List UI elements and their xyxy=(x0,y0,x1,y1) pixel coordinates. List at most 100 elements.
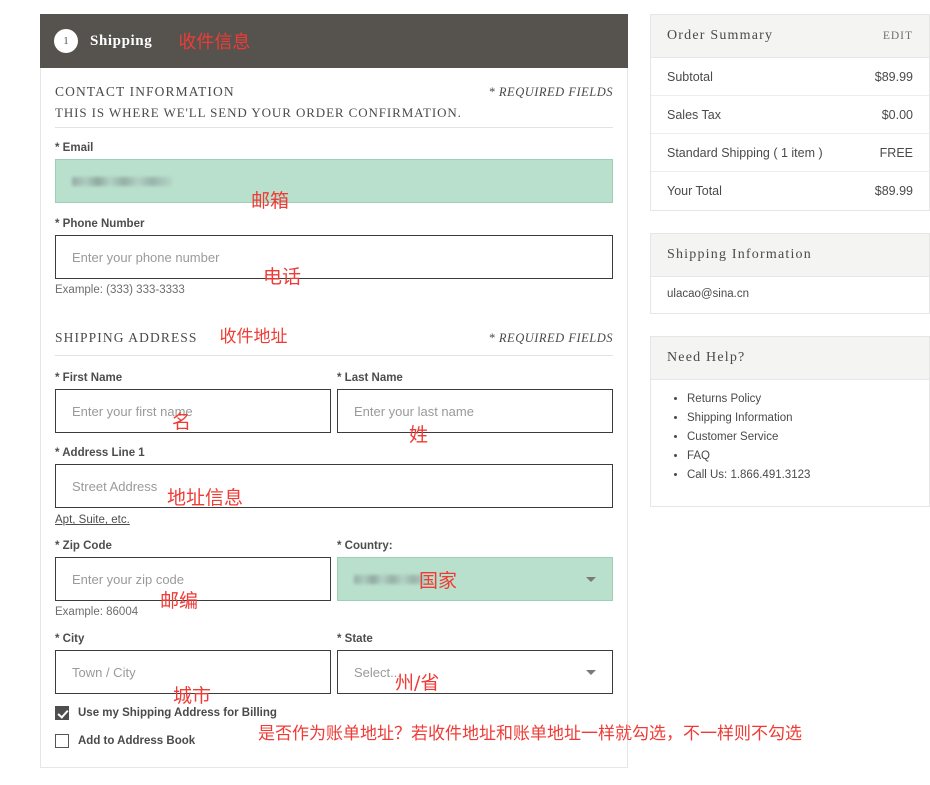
order-summary-edit-link[interactable]: EDIT xyxy=(883,30,913,42)
summary-label-sales-tax: Sales Tax xyxy=(667,108,721,122)
city-field-group: * City Town / City 城市 xyxy=(55,633,331,694)
address-line1-input[interactable]: Street Address xyxy=(55,464,613,508)
checkout-page: 1 Shipping 收件信息 CONTACT INFORMATION * RE… xyxy=(0,0,930,785)
zip-country-row: * Zip Code Enter your zip code Example: … xyxy=(55,540,613,618)
annotation-shipping-address: 收件地址 xyxy=(220,322,288,347)
help-link-returns-policy[interactable]: Returns Policy xyxy=(687,393,761,405)
state-placeholder: Select... xyxy=(354,665,401,680)
city-placeholder: Town / City xyxy=(72,665,136,680)
summary-row-total: Your Total $89.99 xyxy=(651,172,929,210)
billing-checkbox-row[interactable]: Use my Shipping Address for Billing xyxy=(55,706,613,720)
chevron-down-icon-state xyxy=(586,670,596,675)
summary-label-total: Your Total xyxy=(667,184,722,198)
city-input[interactable]: Town / City xyxy=(55,650,331,694)
last-name-label: * Last Name xyxy=(337,372,613,384)
shipping-information-card: Shipping Information ulacao@sina.cn xyxy=(650,233,930,314)
city-state-row: * City Town / City 城市 * State Select... … xyxy=(55,633,613,694)
state-field-group: * State Select... 州/省 xyxy=(337,633,613,694)
first-name-placeholder: Enter your first name xyxy=(72,404,193,419)
order-summary-card: Order Summary EDIT Subtotal $89.99 Sales… xyxy=(650,14,930,211)
state-select[interactable]: Select... xyxy=(337,650,613,694)
last-name-placeholder: Enter your last name xyxy=(354,404,474,419)
help-link-customer-service[interactable]: Customer Service xyxy=(687,431,778,443)
summary-value-subtotal: $89.99 xyxy=(875,70,913,84)
shipping-form-body: CONTACT INFORMATION * REQUIRED FIELDS TH… xyxy=(40,68,628,768)
shipping-information-email: ulacao@sina.cn xyxy=(667,288,749,300)
address-book-checkbox-label: Add to Address Book xyxy=(78,735,195,747)
country-field-group: * Country: 国家 xyxy=(337,540,613,618)
contact-divider xyxy=(55,127,613,128)
zip-input[interactable]: Enter your zip code xyxy=(55,557,331,601)
need-help-list: Returns Policy Shipping Information Cust… xyxy=(673,393,913,481)
list-item[interactable]: FAQ xyxy=(687,450,913,462)
phone-placeholder: Enter your phone number xyxy=(72,250,219,265)
phone-field-group: * Phone Number Enter your phone number E… xyxy=(55,218,613,296)
shipping-form-panel: 1 Shipping 收件信息 CONTACT INFORMATION * RE… xyxy=(40,14,628,768)
first-name-input[interactable]: Enter your first name xyxy=(55,389,331,433)
shipping-information-header: Shipping Information xyxy=(651,234,929,277)
country-redacted-value xyxy=(354,575,428,584)
first-name-field-group: * First Name Enter your first name 名 xyxy=(55,372,331,433)
need-help-header: Need Help? xyxy=(651,337,929,380)
country-select[interactable] xyxy=(337,557,613,601)
shipping-address-section-title: SHIPPING ADDRESS xyxy=(55,330,198,346)
first-name-label: * First Name xyxy=(55,372,331,384)
contact-required-note: * REQUIRED FIELDS xyxy=(489,85,613,100)
contact-information-header: CONTACT INFORMATION * REQUIRED FIELDS xyxy=(55,84,613,102)
shipping-address-required-note: * REQUIRED FIELDS xyxy=(489,331,613,346)
phone-input[interactable]: Enter your phone number xyxy=(55,235,613,279)
summary-row-shipping: Standard Shipping ( 1 item ) FREE xyxy=(651,134,929,172)
city-label: * City xyxy=(55,633,331,645)
summary-label-shipping: Standard Shipping ( 1 item ) xyxy=(667,146,823,160)
shipping-information-title: Shipping Information xyxy=(667,247,812,263)
zip-placeholder: Enter your zip code xyxy=(72,572,184,587)
summary-value-sales-tax: $0.00 xyxy=(882,108,913,122)
annotation-billing-checkbox: 是否作为账单地址？若收件地址和账单地址一样就勾选，不一样则不勾选 xyxy=(258,722,918,748)
address-line1-placeholder: Street Address xyxy=(72,479,157,494)
list-item: Call Us: 1.866.491.3123 xyxy=(687,469,913,481)
billing-checkbox[interactable] xyxy=(55,706,69,720)
contact-subtitle: THIS IS WHERE WE'LL SEND YOUR ORDER CONF… xyxy=(55,102,613,121)
list-item[interactable]: Customer Service xyxy=(687,431,913,443)
order-summary-header: Order Summary EDIT xyxy=(651,15,929,58)
state-label: * State xyxy=(337,633,613,645)
annotation-shipping-section: 收件信息 xyxy=(178,28,250,54)
sidebar: Order Summary EDIT Subtotal $89.99 Sales… xyxy=(650,14,930,529)
billing-checkbox-label: Use my Shipping Address for Billing xyxy=(78,707,277,719)
help-link-faq[interactable]: FAQ xyxy=(687,450,710,462)
step-title: Shipping xyxy=(90,33,152,50)
email-input[interactable] xyxy=(55,159,613,203)
country-label: * Country: xyxy=(337,540,613,552)
need-help-title: Need Help? xyxy=(667,350,745,366)
help-link-shipping-information[interactable]: Shipping Information xyxy=(687,412,792,424)
email-label: * Email xyxy=(55,142,613,154)
summary-row-subtotal: Subtotal $89.99 xyxy=(651,58,929,96)
phone-label: * Phone Number xyxy=(55,218,613,230)
shipping-address-header: SHIPPING ADDRESS 收件地址 * REQUIRED FIELDS xyxy=(55,322,613,349)
address-line1-label: * Address Line 1 xyxy=(55,447,613,459)
last-name-input[interactable]: Enter your last name xyxy=(337,389,613,433)
phone-hint: Example: (333) 333-3333 xyxy=(55,284,613,296)
address-book-checkbox[interactable] xyxy=(55,734,69,748)
summary-row-sales-tax: Sales Tax $0.00 xyxy=(651,96,929,134)
email-redacted-value xyxy=(72,177,172,186)
email-field-group: * Email 邮箱 xyxy=(55,142,613,203)
apt-suite-link[interactable]: Apt, Suite, etc. xyxy=(55,514,130,526)
summary-value-shipping: FREE xyxy=(880,146,913,160)
step-number-badge: 1 xyxy=(54,29,78,53)
list-item[interactable]: Shipping Information xyxy=(687,412,913,424)
last-name-field-group: * Last Name Enter your last name 姓 xyxy=(337,372,613,433)
need-help-body: Returns Policy Shipping Information Cust… xyxy=(651,380,929,506)
summary-label-subtotal: Subtotal xyxy=(667,70,713,84)
order-summary-title: Order Summary xyxy=(667,28,773,44)
zip-hint: Example: 86004 xyxy=(55,606,331,618)
list-item[interactable]: Returns Policy xyxy=(687,393,913,405)
zip-label: * Zip Code xyxy=(55,540,331,552)
zip-field-group: * Zip Code Enter your zip code Example: … xyxy=(55,540,331,618)
chevron-down-icon xyxy=(586,577,596,582)
shipping-address-divider xyxy=(55,355,613,356)
help-call-us: Call Us: 1.866.491.3123 xyxy=(687,469,810,481)
step-header-shipping: 1 Shipping 收件信息 xyxy=(40,14,628,68)
name-row: * First Name Enter your first name 名 * L… xyxy=(55,372,613,433)
summary-value-total: $89.99 xyxy=(875,184,913,198)
